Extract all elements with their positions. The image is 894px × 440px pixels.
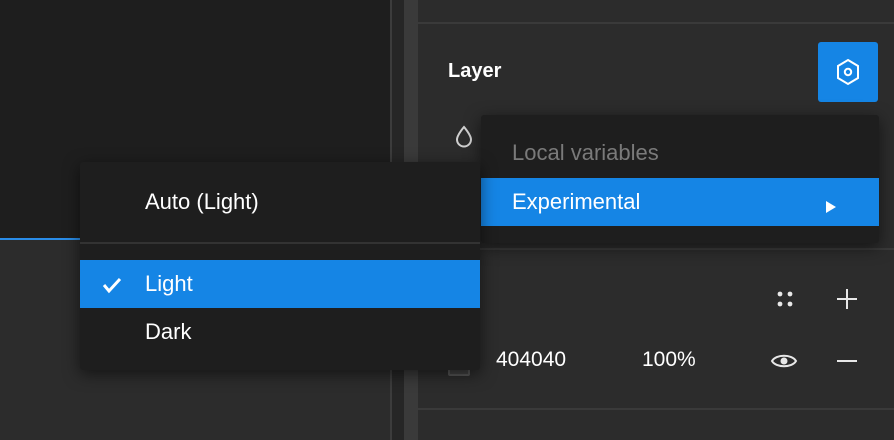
menu-item-label: Experimental bbox=[512, 189, 641, 214]
menu-item-dark[interactable]: Dark bbox=[80, 308, 480, 356]
check-icon bbox=[102, 274, 122, 300]
menu-item-label: Dark bbox=[145, 319, 192, 344]
variable-mode-button[interactable] bbox=[818, 42, 878, 102]
menu-item-label: Light bbox=[145, 271, 193, 296]
fill-hex-value[interactable]: 404040 bbox=[496, 348, 566, 372]
panel-separator bbox=[418, 22, 894, 24]
menu-header-local-variables: Local variables bbox=[481, 129, 879, 177]
fill-opacity-value[interactable]: 100% bbox=[642, 348, 696, 372]
panel-separator bbox=[418, 408, 894, 410]
panel-separator bbox=[418, 248, 894, 250]
minus-icon[interactable] bbox=[832, 346, 862, 376]
plus-icon[interactable] bbox=[832, 284, 862, 314]
theme-submenu: Auto (Light) Light Dark bbox=[80, 162, 480, 370]
menu-item-light[interactable]: Light bbox=[80, 260, 480, 308]
eye-icon[interactable] bbox=[768, 346, 800, 376]
menu-item-auto-light[interactable]: Auto (Light) bbox=[80, 178, 480, 226]
variable-mode-menu: Local variables Experimental bbox=[481, 115, 879, 243]
menu-header-label: Local variables bbox=[512, 140, 659, 165]
menu-item-label: Auto (Light) bbox=[145, 189, 259, 214]
variable-mode-icon bbox=[837, 58, 859, 86]
menu-separator bbox=[80, 242, 480, 244]
menu-item-experimental[interactable]: Experimental bbox=[481, 178, 879, 226]
styles-grid-icon[interactable] bbox=[770, 284, 800, 314]
drop-icon bbox=[454, 124, 474, 153]
chevron-right-icon bbox=[825, 194, 837, 220]
layer-section-title: Layer bbox=[448, 60, 502, 82]
